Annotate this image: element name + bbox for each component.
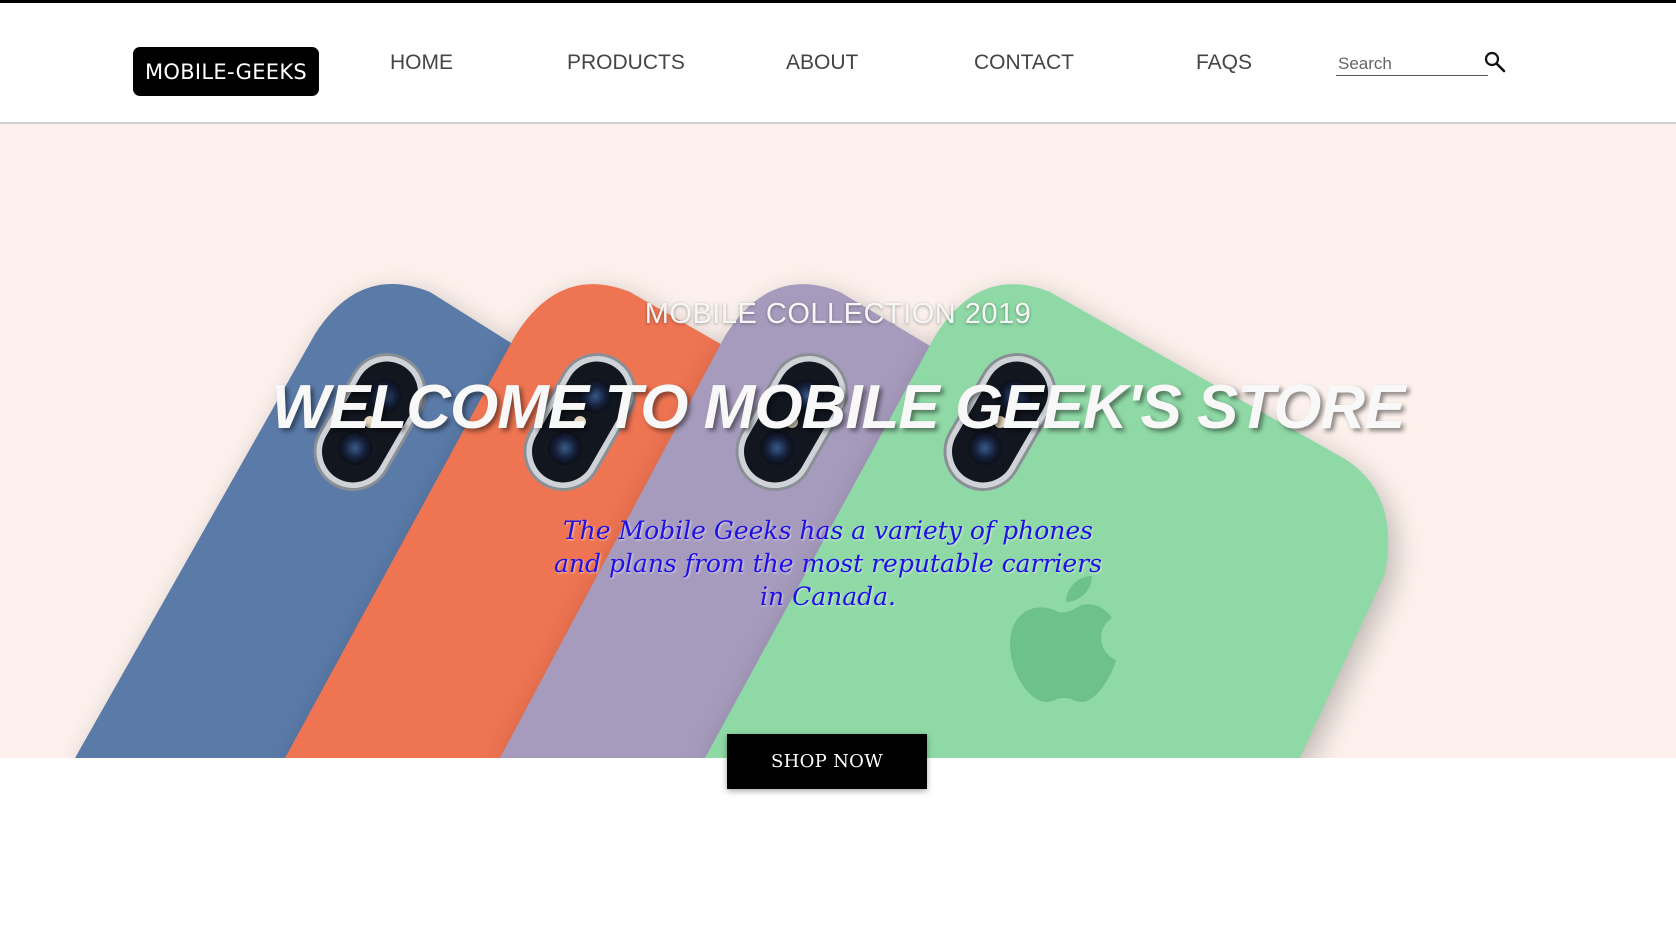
brand-logo[interactable]: MOBILE-GEEKS [133, 47, 319, 96]
nav-home[interactable]: HOME [390, 51, 453, 75]
nav-products[interactable]: PRODUCTS [567, 51, 685, 75]
hero-description: The Mobile Geeks has a variety of phones… [553, 516, 1103, 611]
logo-text: MOBILE-GEEKS [144, 59, 308, 84]
site-header: MOBILE-GEEKS HOME PRODUCTS ABOUT CONTACT… [0, 3, 1676, 124]
search-icon[interactable] [1484, 51, 1506, 73]
shop-now-button[interactable]: SHOP NOW [727, 734, 927, 789]
nav-about[interactable]: ABOUT [786, 51, 858, 75]
nav-faqs[interactable]: FAQS [1196, 51, 1252, 75]
search-input[interactable] [1336, 53, 1488, 76]
nav-contact[interactable]: CONTACT [974, 51, 1074, 75]
hero-subtitle: MOBILE COLLECTION 2019 [644, 298, 1032, 330]
hero-title: WELCOME TO MOBILE GEEK'S STORE [271, 373, 1406, 442]
hero-banner: MOBILE COLLECTION 2019 WELCOME TO MOBILE… [0, 124, 1676, 758]
